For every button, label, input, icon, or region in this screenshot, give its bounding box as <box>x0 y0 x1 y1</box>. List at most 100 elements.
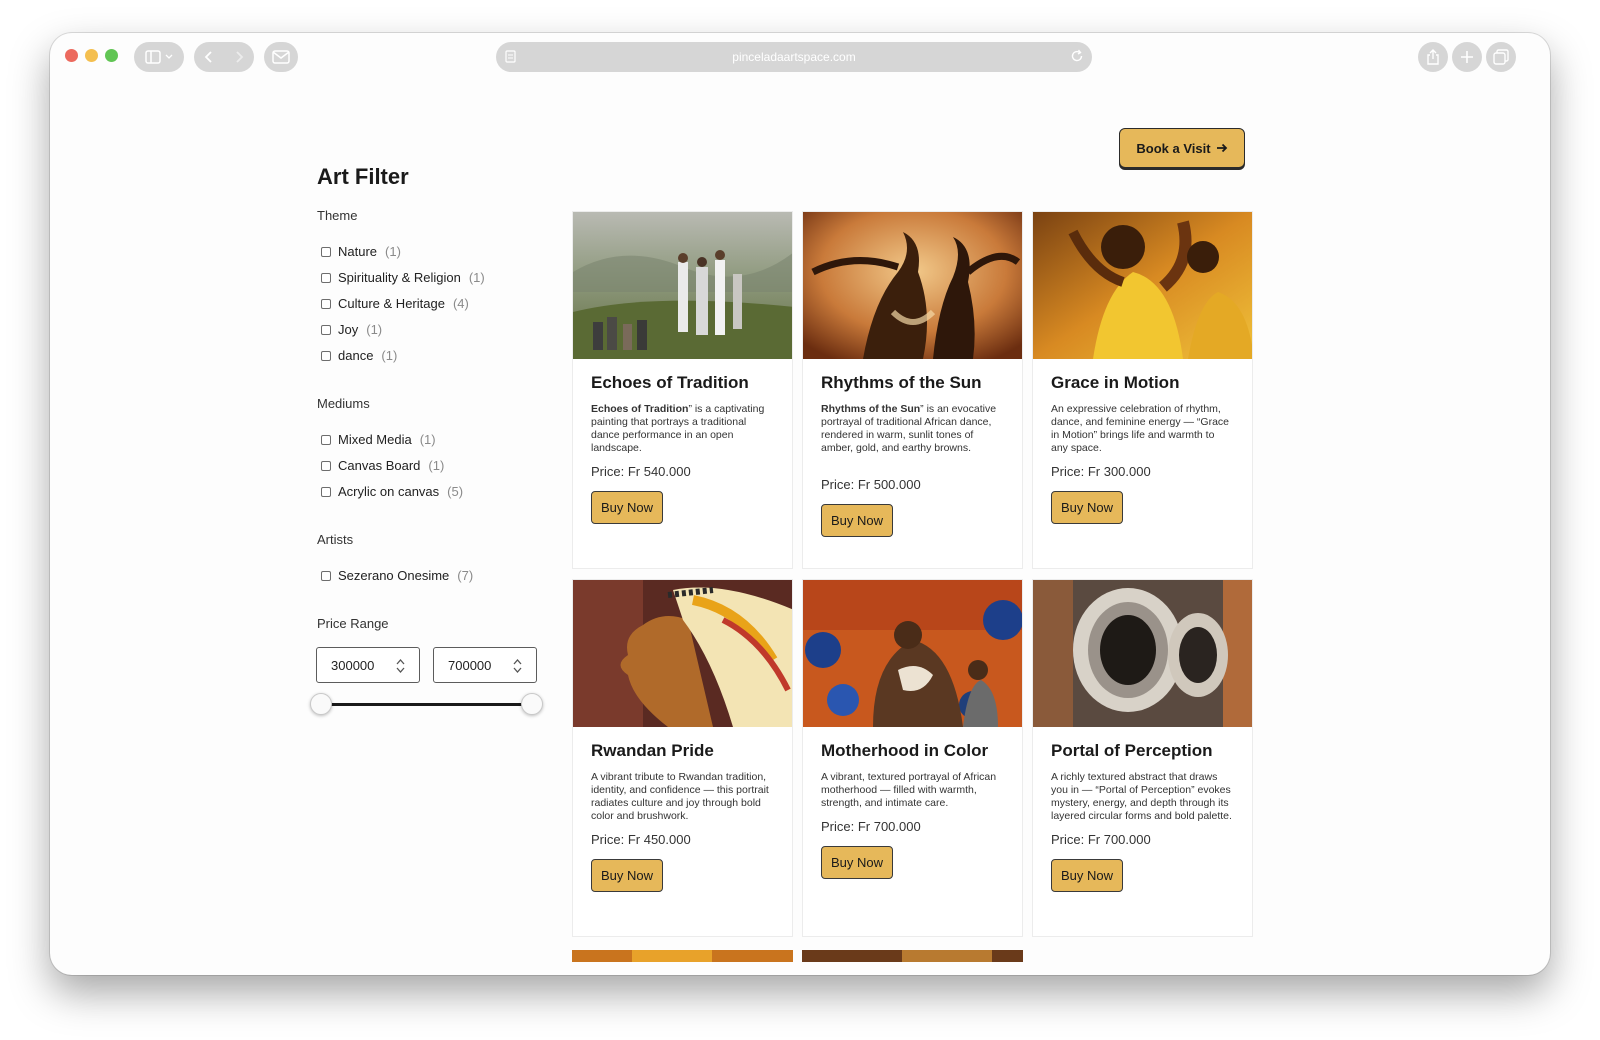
price-slider-min-handle[interactable] <box>310 693 332 715</box>
artwork-price: Price: Fr 700.000 <box>1051 832 1151 847</box>
filter-item-label: Acrylic on canvas <box>338 484 440 499</box>
price-max-input[interactable]: 700000 <box>433 647 537 683</box>
address-bar[interactable]: pinceladaartspace.com <box>496 42 1092 72</box>
checkbox[interactable] <box>321 246 331 257</box>
mail-icon <box>272 50 290 64</box>
artwork-image[interactable] <box>573 580 793 727</box>
price-range-label: Price Range <box>317 616 389 631</box>
filter-item-count: (1) <box>381 348 398 363</box>
artwork-card: Echoes of Tradition Echoes of Tradition”… <box>572 211 793 569</box>
plus-icon <box>1461 51 1473 63</box>
artwork-card: Grace in Motion An expressive celebratio… <box>1032 211 1253 569</box>
artwork-description: A richly textured abstract that draws yo… <box>1051 771 1232 822</box>
price-slider-track[interactable] <box>322 703 534 706</box>
filter-artist-sezerano[interactable]: Sezerano Onesime (7) <box>321 568 473 583</box>
buy-now-button[interactable]: Buy Now <box>591 491 663 524</box>
artwork-title: Rhythms of the Sun <box>821 373 982 392</box>
checkbox[interactable] <box>321 460 331 471</box>
filter-item-count: (7) <box>457 568 474 583</box>
price-slider-max-handle[interactable] <box>521 693 543 715</box>
artwork-price: Price: Fr 450.000 <box>591 832 691 847</box>
checkbox[interactable] <box>321 272 331 283</box>
filter-item-label: Canvas Board <box>338 458 421 473</box>
buy-now-button[interactable]: Buy Now <box>1051 859 1123 892</box>
theme-section-label: Theme <box>317 208 358 223</box>
artwork-image[interactable] <box>1033 212 1253 359</box>
buy-now-button[interactable]: Buy Now <box>821 846 893 879</box>
tabs-icon <box>1493 49 1509 65</box>
filter-theme-dance[interactable]: dance (1) <box>321 348 397 363</box>
artwork-image[interactable] <box>573 212 793 359</box>
stepper-icon[interactable] <box>396 658 405 674</box>
artwork-image[interactable] <box>803 212 1023 359</box>
artwork-description: An expressive celebration of rhythm, dan… <box>1051 403 1230 454</box>
filter-item-count: (1) <box>428 458 445 473</box>
share-button[interactable] <box>1418 42 1448 72</box>
close-window-button[interactable] <box>65 49 78 62</box>
tab-overview-button[interactable] <box>1486 42 1516 72</box>
minimize-window-button[interactable] <box>85 49 98 62</box>
buy-now-button[interactable]: Buy Now <box>1051 491 1123 524</box>
artwork-title: Motherhood in Color <box>821 741 989 760</box>
artwork-card: Rwandan Pride A vibrant tribute to Rwand… <box>572 579 793 937</box>
filter-item-label: Nature <box>338 244 378 259</box>
mediums-section-label: Mediums <box>317 396 370 411</box>
filter-item-label: Culture & Heritage <box>338 296 445 311</box>
artwork-title: Rwandan Pride <box>591 741 714 760</box>
checkbox[interactable] <box>321 324 331 335</box>
stepper-icon[interactable] <box>513 658 522 674</box>
artwork-image-partial <box>572 950 793 962</box>
mail-button[interactable] <box>264 42 298 72</box>
artwork-image[interactable] <box>1033 580 1253 727</box>
checkbox[interactable] <box>321 350 331 361</box>
arrow-right-icon <box>1216 143 1227 153</box>
artwork-title: Grace in Motion <box>1051 373 1180 392</box>
new-tab-button[interactable] <box>1452 42 1482 72</box>
reload-icon[interactable] <box>1070 49 1084 63</box>
checkbox[interactable] <box>321 486 331 497</box>
navigation-buttons <box>194 42 254 72</box>
artwork-description: Rhythms of the Sun” is an evocative port… <box>821 403 997 454</box>
filter-theme-spirituality[interactable]: Spirituality & Religion (1) <box>321 270 485 285</box>
forward-button[interactable] <box>224 42 254 72</box>
chevron-left-icon <box>204 51 212 63</box>
filter-medium-mixed-media[interactable]: Mixed Media (1) <box>321 432 436 447</box>
artwork-title: Portal of Perception <box>1051 741 1213 760</box>
filter-item-label: Joy <box>338 322 359 337</box>
browser-window: pinceladaartspace.com Book a Visit Art F… <box>50 33 1550 975</box>
sidebar-icon <box>145 50 173 64</box>
artwork-price: Price: Fr 500.000 <box>821 477 921 492</box>
filter-theme-nature[interactable]: Nature (1) <box>321 244 401 259</box>
price-min-input[interactable]: 300000 <box>316 647 420 683</box>
filter-item-count: (1) <box>366 322 383 337</box>
book-visit-button[interactable]: Book a Visit <box>1119 128 1245 168</box>
buy-now-button[interactable]: Buy Now <box>821 504 893 537</box>
filter-theme-joy[interactable]: Joy (1) <box>321 322 382 337</box>
artwork-price: Price: Fr 700.000 <box>821 819 921 834</box>
artwork-image-partial <box>802 950 1023 962</box>
price-min-value: 300000 <box>331 657 375 673</box>
artists-section-label: Artists <box>317 532 354 547</box>
checkbox[interactable] <box>321 570 331 581</box>
filter-medium-acrylic[interactable]: Acrylic on canvas (5) <box>321 484 463 499</box>
filter-item-label: Mixed Media <box>338 432 412 447</box>
checkbox[interactable] <box>321 298 331 309</box>
artwork-image[interactable] <box>803 580 1023 727</box>
zoom-window-button[interactable] <box>105 49 118 62</box>
filter-item-count: (4) <box>452 296 469 311</box>
filter-item-count: (5) <box>447 484 464 499</box>
artwork-card: Portal of Perception A richly textured a… <box>1032 579 1253 937</box>
artwork-price: Price: Fr 540.000 <box>591 464 691 479</box>
filter-item-count: (1) <box>419 432 436 447</box>
checkbox[interactable] <box>321 434 331 445</box>
artwork-description: A vibrant tribute to Rwandan tradition, … <box>591 771 769 822</box>
back-button[interactable] <box>194 42 224 72</box>
filter-medium-canvas-board[interactable]: Canvas Board (1) <box>321 458 444 473</box>
sidebar-toggle-button[interactable] <box>134 42 184 72</box>
filter-theme-culture[interactable]: Culture & Heritage (4) <box>321 296 469 311</box>
filter-title: Art Filter <box>317 164 409 189</box>
artwork-description: Echoes of Tradition” is a captivating pa… <box>591 403 765 454</box>
artwork-card: Rhythms of the Sun Rhythms of the Sun” i… <box>802 211 1023 569</box>
share-icon <box>1427 49 1439 65</box>
buy-now-button[interactable]: Buy Now <box>591 859 663 892</box>
